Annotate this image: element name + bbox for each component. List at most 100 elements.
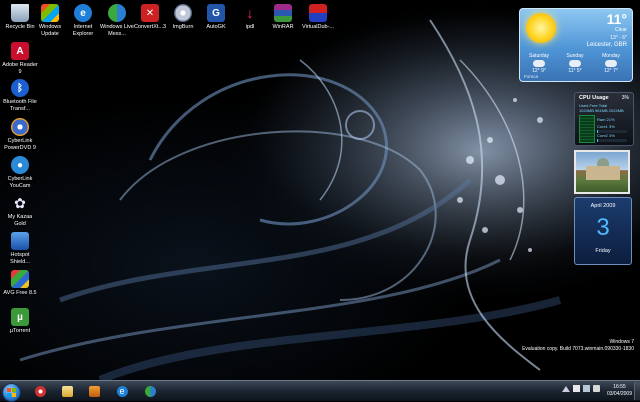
taskbar-windows-live-messenger[interactable]: [140, 383, 160, 399]
taskbar-windows-explorer[interactable]: [57, 383, 77, 399]
media-player-icon: [88, 385, 100, 397]
desktop-icon-winrar[interactable]: WinRAR: [265, 4, 301, 31]
forecast-day-name: Monday: [602, 53, 620, 59]
webcam-icon: ●: [11, 156, 29, 174]
show-hidden-icons-icon[interactable]: [562, 385, 570, 392]
slideshow-gadget[interactable]: [574, 150, 630, 194]
taskbar-clock[interactable]: 16:55 03/04/2009: [607, 384, 632, 398]
clock-date: 03/04/2009: [606, 391, 632, 397]
show-desktop-button[interactable]: [634, 382, 640, 400]
desktop-icon-virtualdub[interactable]: VirtualDub-...: [300, 4, 336, 31]
weather-temperature: 11°: [606, 11, 627, 27]
desktop-icon-autogk[interactable]: G AutoGK: [198, 4, 234, 31]
avg-icon: [11, 270, 29, 288]
icon-label: AVG Free 8.5: [3, 290, 37, 296]
icon-label: VirtualDub-...: [302, 24, 334, 30]
icon-label: Windows Live Mess...: [100, 24, 134, 37]
icon-label: µTorrent: [9, 328, 31, 334]
cloud-icon: [569, 60, 581, 67]
forecast-day: Monday 12° 7°: [594, 53, 628, 74]
icon-label: Hotspot Shield...: [10, 252, 30, 265]
core2-label: Core2 3%: [597, 133, 615, 138]
windows-logo-icon: [7, 388, 16, 397]
icon-label: CyberLink PowerDVD 9: [4, 138, 36, 151]
calendar-day: 3: [596, 214, 610, 241]
forecast-day: Saturday 12° 9°: [522, 53, 556, 74]
forecast-lo: 5°: [576, 68, 582, 74]
core1-label: Core1 3%: [597, 124, 615, 129]
desktop-icon-windows-update[interactable]: Windows Update: [32, 4, 68, 37]
taskbar: e 16:55 03/04/2009: [0, 380, 640, 402]
desktop-icon-adobe-reader[interactable]: A Adobe Reader 9: [2, 42, 38, 75]
cpu-percent: 3%: [621, 95, 629, 101]
system-tray: [562, 385, 600, 392]
utorrent-icon: µ: [11, 308, 29, 326]
icon-label: AutoGK: [206, 24, 226, 30]
weather-range: 13° - 6°: [610, 35, 627, 41]
download-arrow-icon: ↓: [246, 5, 254, 21]
icon-label: My Kazaa Gold: [7, 214, 33, 227]
icon-label: Internet Explorer: [72, 24, 94, 37]
desktop-icon-ipdl[interactable]: ↓ ipdl: [232, 4, 268, 31]
desktop-icon-imgburn[interactable]: ImgBurn: [165, 4, 201, 31]
icon-label: Bluetooth File Transf...: [3, 99, 37, 112]
clock-time: 16:55: [613, 384, 626, 390]
shield-icon: [11, 232, 29, 250]
weather-condition: Clear: [615, 27, 627, 33]
forecast-day-name: Saturday: [528, 53, 549, 59]
taskbar-internet-explorer[interactable]: e: [112, 383, 132, 399]
cloud-icon: [605, 60, 617, 67]
desktop-icon-convertxtodvd[interactable]: ✕ ConvertXt...3: [132, 4, 168, 31]
forecast-day: Sunday 11° 5°: [558, 53, 592, 74]
desktop-icon-powerdvd[interactable]: CyberLink PowerDVD 9: [2, 118, 38, 151]
action-center-flag-icon[interactable]: [573, 385, 580, 392]
icon-label: ConvertXt...3: [133, 24, 167, 30]
sun-icon: [526, 13, 556, 43]
virtualdub-icon: [309, 4, 327, 22]
forecast-lo: 9°: [541, 68, 546, 74]
forecast-lo: 7°: [613, 68, 618, 74]
powerdvd-icon: [11, 118, 29, 136]
forecast-day-name: Sunday: [566, 53, 584, 59]
calendar-gadget[interactable]: April 2009 3 Friday: [574, 197, 632, 265]
cpu-title: CPU Usage: [579, 95, 609, 101]
weather-location: Leicester, GBR: [586, 42, 627, 48]
media-center-icon: [34, 385, 46, 397]
autogk-icon: G: [207, 4, 225, 22]
desktop-icon-avg[interactable]: AVG Free 8.5: [2, 270, 38, 297]
weather-gadget[interactable]: 11° Clear 13° - 6° Leicester, GBR Saturd…: [519, 8, 633, 82]
adobe-reader-icon: A: [11, 42, 29, 60]
bluetooth-icon: ᛒ: [11, 79, 29, 97]
desktop-icon-windows-live-messenger[interactable]: Windows Live Mess...: [99, 4, 135, 37]
calendar-month: April 2009: [590, 203, 616, 209]
desktop-icon-utorrent[interactable]: µ µTorrent: [2, 308, 38, 335]
forecast-hi: 12°: [604, 68, 612, 74]
desktop-icon-kazaa[interactable]: ✿ My Kazaa Gold: [2, 194, 38, 227]
volume-icon[interactable]: [593, 385, 600, 392]
messenger-icon: [108, 4, 126, 22]
desktop[interactable]: Recycle Bin Windows Update e Internet Ex…: [0, 0, 640, 380]
desktop-icon-youcam[interactable]: ● CyberLink YouCam: [2, 156, 38, 189]
imgburn-icon: [174, 4, 192, 22]
weather-source-link[interactable]: Foreca: [524, 74, 538, 79]
forecast-hi: 11°: [568, 68, 576, 74]
icon-label: Windows Update: [38, 24, 62, 37]
start-button[interactable]: [2, 383, 21, 402]
taskbar-windows-media-center[interactable]: [30, 383, 50, 399]
cloud-icon: [533, 60, 545, 67]
icon-label: ImgBurn: [172, 24, 194, 30]
kazaa-icon: ✿: [14, 194, 26, 211]
desktop-icon-hotspot-shield[interactable]: Hotspot Shield...: [2, 232, 38, 265]
calendar-weekday: Friday: [595, 248, 611, 254]
icon-label: Adobe Reader 9: [2, 62, 38, 75]
icon-label: WinRAR: [272, 24, 294, 30]
building: [586, 166, 620, 180]
desktop-icon-internet-explorer[interactable]: e Internet Explorer: [65, 4, 101, 37]
recycle-bin-icon: [11, 4, 29, 22]
network-icon[interactable]: [583, 385, 590, 392]
cpu-usage-gadget[interactable]: CPU Usage 3% Used Free Total 1024MB 961M…: [574, 92, 634, 146]
desktop-icon-bluetooth[interactable]: ᛒ Bluetooth File Transf...: [2, 79, 38, 112]
messenger-icon: [144, 385, 156, 397]
folder-icon: [61, 385, 73, 397]
taskbar-media-player[interactable]: [84, 383, 104, 399]
